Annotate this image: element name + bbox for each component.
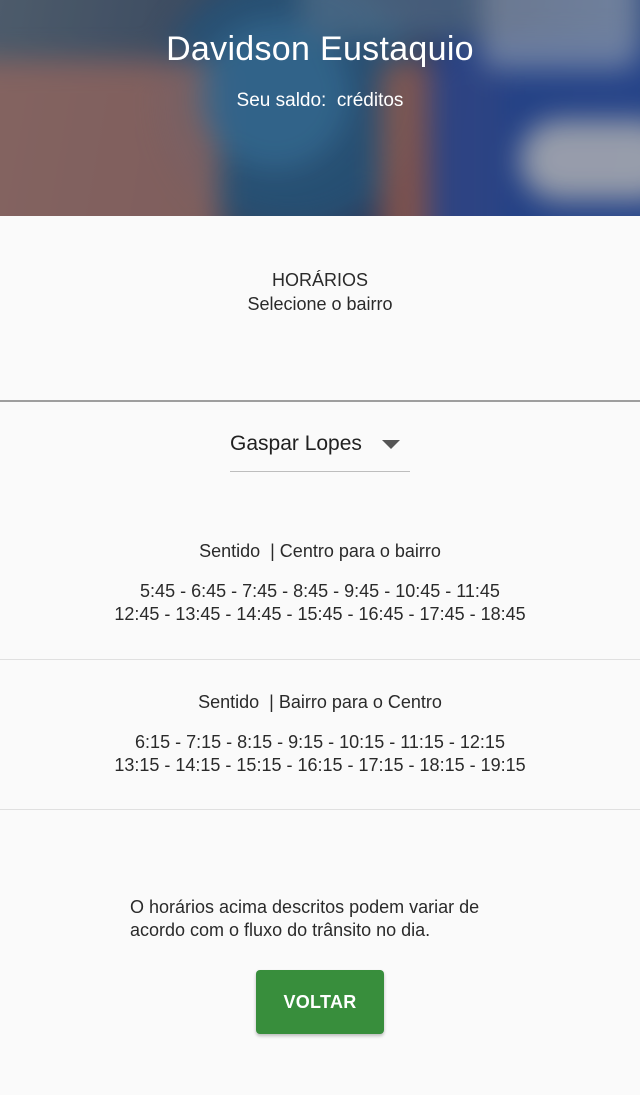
page-title: HORÁRIOS <box>271 270 368 290</box>
times-line: 12:45 - 13:45 - 14:45 - 15:45 - 16:45 - … <box>114 604 526 624</box>
schedule-divider <box>0 659 640 660</box>
neighborhood-dropdown[interactable]: Gaspar Lopes <box>230 428 410 472</box>
back-button[interactable]: VOLTAR <box>256 970 384 1034</box>
user-name: Davidson Eustaquio <box>166 30 474 68</box>
schedule-screen: Davidson Eustaquio Seu saldo: créditos H… <box>0 0 640 1095</box>
profile-header: Davidson Eustaquio Seu saldo: créditos <box>0 0 640 216</box>
times-line: 5:45 - 6:45 - 7:45 - 8:45 - 9:45 - 10:45… <box>140 581 500 601</box>
section-heading: HORÁRIOS Selecione o bairro <box>0 268 640 316</box>
schedule-times: 6:15 - 7:15 - 8:15 - 9:15 - 10:15 - 11:1… <box>0 731 640 777</box>
balance-line: Seu saldo: créditos <box>0 90 640 112</box>
times-line: 6:15 - 7:15 - 8:15 - 9:15 - 10:15 - 11:1… <box>135 732 505 752</box>
schedule-direction: Sentido | Bairro para o Centro <box>198 692 442 712</box>
page-subtitle: Selecione o bairro <box>247 294 393 314</box>
schedule-times: 5:45 - 6:45 - 7:45 - 8:45 - 9:45 - 10:45… <box>0 580 640 626</box>
header-divider <box>0 400 640 402</box>
schedule-block-bairro-centro: Sentido | Bairro para o Centro 6:15 - 7:… <box>0 691 640 777</box>
schedule-disclaimer: O horários acima descritos podem variar … <box>130 897 480 940</box>
times-line: 13:15 - 14:15 - 15:15 - 16:15 - 17:15 - … <box>114 755 526 775</box>
balance-label: Seu saldo: <box>236 90 327 111</box>
schedule-divider <box>0 809 640 810</box>
schedule-block-centro-bairro: Sentido | Centro para o bairro 5:45 - 6:… <box>0 540 640 626</box>
schedule-direction: Sentido | Centro para o bairro <box>199 541 441 561</box>
arrow-drop-down-icon <box>382 440 400 449</box>
dropdown-selected-value: Gaspar Lopes <box>230 432 362 455</box>
balance-unit: créditos <box>336 90 404 111</box>
